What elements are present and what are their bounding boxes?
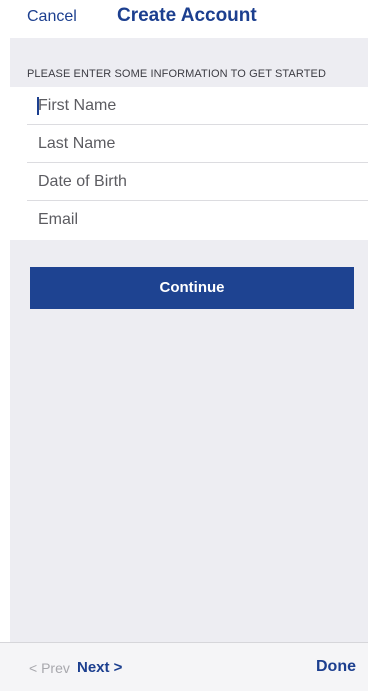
text-cursor — [37, 97, 39, 115]
date-of-birth-row — [10, 163, 368, 201]
last-name-row — [10, 125, 368, 163]
keyboard-toolbar: < Prev Next > Done — [0, 642, 368, 691]
next-field-button[interactable]: Next > — [77, 659, 122, 676]
email-row — [10, 201, 368, 239]
last-name-field[interactable] — [38, 125, 348, 163]
done-button[interactable]: Done — [316, 658, 356, 676]
continue-button[interactable]: Continue — [30, 267, 354, 309]
email-field[interactable] — [38, 201, 348, 239]
navigation-bar: Cancel Create Account — [0, 0, 368, 38]
form-fields-group — [10, 87, 368, 240]
first-name-row — [10, 87, 368, 125]
form-content: PLEASE ENTER SOME INFORMATION TO GET STA… — [10, 38, 368, 642]
date-of-birth-field[interactable] — [38, 163, 348, 201]
page-title: Create Account — [117, 5, 257, 26]
section-header: PLEASE ENTER SOME INFORMATION TO GET STA… — [27, 68, 327, 80]
cancel-button[interactable]: Cancel — [27, 8, 77, 26]
prev-field-button[interactable]: < Prev — [29, 660, 70, 676]
first-name-field[interactable] — [38, 87, 348, 125]
